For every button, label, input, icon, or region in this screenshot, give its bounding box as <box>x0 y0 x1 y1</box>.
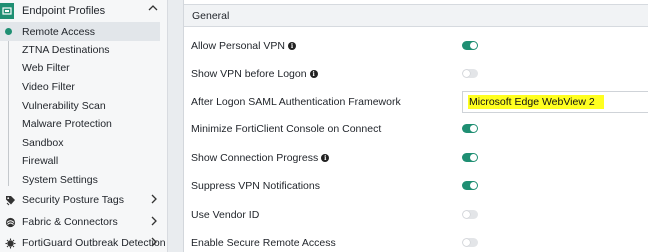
setting-label-container: Minimize FortiClient Console on Connect <box>191 123 381 135</box>
setting-label: Enable Secure Remote Access <box>191 237 336 249</box>
info-icon[interactable]: i <box>321 154 330 162</box>
sidebar-item-label: Firewall <box>22 154 59 167</box>
chevron-right-icon[interactable] <box>150 216 158 229</box>
sidebar-item-label: Security Posture Tags <box>22 194 124 206</box>
settings-panel: General Allow Personal VPN i Show VPN befo… <box>183 0 648 252</box>
toggle-knob <box>470 42 477 49</box>
setting-label: Show VPN before Logon <box>191 68 307 80</box>
setting-row-allow-personal-vpn: Allow Personal VPN i <box>184 37 648 57</box>
sidebar: Endpoint Profiles Remote Access ZTNA Dest… <box>0 0 168 252</box>
setting-label-container: After Logon SAML Authentication Framewor… <box>191 96 401 108</box>
sidebar-item-system-settings[interactable]: System Settings <box>0 170 160 189</box>
sidebar-item-security-posture-tags[interactable]: Security Posture Tags <box>0 189 167 211</box>
sidebar-item-label: Malware Protection <box>22 117 112 130</box>
setting-label-container: Enable Secure Remote Access <box>191 237 336 249</box>
sidebar-item-video-filter[interactable]: Video Filter <box>0 77 160 96</box>
toggle-knob <box>470 154 477 161</box>
section-header[interactable]: General <box>184 4 648 27</box>
setting-label: Minimize FortiClient Console on Connect <box>191 123 382 135</box>
sidebar-item-malware-protection[interactable]: Malware Protection <box>0 114 160 133</box>
active-indicator-dot <box>5 28 12 35</box>
setting-row-minimize-forticlient-console-on-connect: Minimize FortiClient Console on Connect <box>184 120 648 140</box>
sidebar-item-label: Vulnerability Scan <box>22 99 106 112</box>
toggle-knob <box>463 211 470 218</box>
setting-label: Allow Personal VPN <box>191 40 285 52</box>
setting-label-container: Use Vendor ID <box>191 209 259 221</box>
saml-framework-select[interactable]: Microsoft Edge WebView 2 <box>462 91 648 113</box>
sidebar-item-vulnerability-scan[interactable]: Vulnerability Scan <box>0 96 160 115</box>
toggle-knob <box>470 182 477 189</box>
setting-row-enable-secure-remote-access: Enable Secure Remote Access <box>184 234 648 252</box>
sidebar-item-label: ZTNA Destinations <box>22 43 110 56</box>
setting-label-container: Allow Personal VPN i <box>191 40 296 52</box>
sidebar-group-endpoint-profiles[interactable]: Endpoint Profiles <box>0 0 167 21</box>
toggle-knob <box>463 239 470 246</box>
tag-icon <box>4 194 16 206</box>
section-title: General <box>192 10 230 22</box>
toggle-knob <box>470 125 477 132</box>
chevron-right-icon[interactable] <box>150 237 158 250</box>
info-icon[interactable]: i <box>309 70 318 78</box>
chevron-right-icon[interactable] <box>150 194 158 207</box>
toggle-switch[interactable] <box>462 238 478 247</box>
sidebar-item-label: System Settings <box>22 173 98 186</box>
saml-framework-value: Microsoft Edge WebView 2 <box>468 95 604 109</box>
toggle-switch[interactable] <box>462 124 478 133</box>
setting-row-show-vpn-before-logon: Show VPN before Logon i <box>184 65 648 85</box>
app-root: Endpoint Profiles Remote Access ZTNA Dest… <box>0 0 648 252</box>
sidebar-item-web-filter[interactable]: Web Filter <box>0 58 160 77</box>
setting-row-use-vendor-id: Use Vendor ID <box>184 206 648 226</box>
toggle-switch[interactable] <box>462 41 478 50</box>
sidebar-item-fabric-connectors[interactable]: Fabric & Connectors <box>0 211 167 233</box>
setting-row-show-connection-progress: Show Connection Progress i <box>184 149 648 169</box>
toggle-switch[interactable] <box>462 153 478 162</box>
setting-label: Show Connection Progress <box>191 152 319 164</box>
chevron-up-icon[interactable] <box>148 4 158 15</box>
setting-label-container: Suppress VPN Notifications <box>191 180 320 192</box>
sidebar-item-label: Video Filter <box>22 80 75 93</box>
sidebar-item-remote-access[interactable]: Remote Access <box>0 22 160 41</box>
toggle-knob <box>463 70 470 77</box>
fabric-icon <box>4 216 16 228</box>
setting-label: Use Vendor ID <box>191 209 260 221</box>
toggle-switch[interactable] <box>462 210 478 219</box>
setting-label: Suppress VPN Notifications <box>191 180 320 192</box>
sidebar-item-sandbox[interactable]: Sandbox <box>0 133 160 152</box>
setting-row-suppress-vpn-notifications: Suppress VPN Notifications <box>184 177 648 197</box>
setting-row-after-logon-saml-authentication-framework: After Logon SAML Authentication Framewor… <box>184 91 648 113</box>
sidebar-item-ztna-destinations[interactable]: ZTNA Destinations <box>0 40 160 59</box>
toggle-switch[interactable] <box>462 181 478 190</box>
sidebar-item-label: Remote Access <box>22 25 95 38</box>
info-icon[interactable]: i <box>287 42 296 50</box>
sidebar-item-firewall[interactable]: Firewall <box>0 151 160 170</box>
setting-label-container: Show Connection Progress i <box>191 152 330 164</box>
sidebar-item-label: Fabric & Connectors <box>22 216 118 228</box>
setting-label: After Logon SAML Authentication Framewor… <box>191 96 401 108</box>
outbreak-icon <box>4 237 16 249</box>
sidebar-item-label: FortiGuard Outbreak Detection <box>22 237 166 249</box>
sidebar-item-label: Sandbox <box>22 136 64 149</box>
endpoint-profiles-icon <box>0 2 14 19</box>
sidebar-group-label: Endpoint Profiles <box>22 4 106 17</box>
main-content: General Allow Personal VPN i Show VPN befo… <box>169 0 648 252</box>
toggle-switch[interactable] <box>462 69 478 78</box>
sidebar-item-label: Web Filter <box>22 61 70 74</box>
setting-label-container: Show VPN before Logon i <box>191 68 318 80</box>
sidebar-item-fortiguard-outbreak-detection[interactable]: FortiGuard Outbreak Detection <box>0 232 167 252</box>
